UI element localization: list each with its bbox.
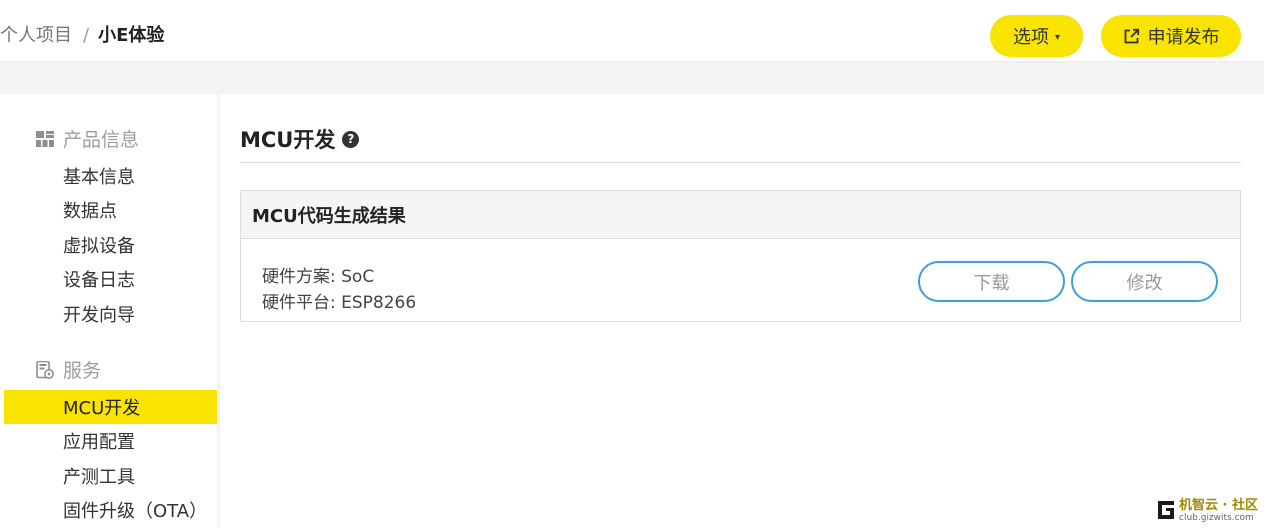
sidebar-item-dev-guide[interactable]: 开发向导: [4, 297, 217, 331]
sidebar-item-label: 虚拟设备: [63, 236, 135, 257]
panel-title: MCU代码生成结果: [252, 205, 406, 227]
sidebar-item-datapoints[interactable]: 数据点: [4, 193, 217, 227]
breadcrumb-separator: /: [83, 25, 90, 46]
watermark: 机智云 · 社区 club.gizwits.com: [1156, 496, 1262, 524]
options-label: 选项: [1012, 27, 1049, 48]
external-link-icon: [1124, 28, 1139, 43]
breadcrumb-parent-link[interactable]: 个人项目: [0, 25, 72, 46]
gizwits-logo-icon: [1158, 501, 1174, 519]
mcu-result-panel: MCU代码生成结果 硬件方案: SoC 硬件平台: ESP8266 下载 修改: [240, 190, 1241, 322]
sidebar-item-firmware-ota[interactable]: 固件升级（OTA）: [4, 493, 217, 527]
main-content: MCU开发 ? MCU代码生成结果 硬件方案: SoC 硬件平台: ESP826…: [220, 94, 1264, 528]
page-title-text: MCU开发: [240, 128, 336, 152]
grid-icon: [36, 130, 54, 147]
sidebar-item-app-config[interactable]: 应用配置: [4, 424, 217, 458]
sidebar-item-label: 产测工具: [63, 467, 135, 488]
breadcrumb-current: 小E体验: [98, 25, 165, 46]
sidebar-item-label: 开发向导: [63, 305, 135, 326]
title-divider: [240, 162, 1241, 163]
page-title: MCU开发 ?: [240, 124, 360, 154]
caret-down-icon: ▾: [1054, 31, 1061, 43]
sidebar: 产品信息 基本信息 数据点 虚拟设备 设备日志 开发向导 服务 MCU开发 应用…: [4, 94, 217, 528]
sidebar-group-title: 服务: [63, 360, 102, 382]
sidebar-item-label: 基本信息: [63, 167, 135, 188]
sidebar-item-virtual-device[interactable]: 虚拟设备: [4, 228, 217, 262]
sidebar-item-label: 数据点: [63, 201, 117, 222]
sidebar-item-production-test[interactable]: 产测工具: [4, 459, 217, 493]
sidebar-item-basic-info[interactable]: 基本信息: [4, 159, 217, 193]
top-bar: 个人项目 / 小E体验 选项 ▾ 申请发布: [0, 0, 1264, 62]
watermark-subtitle: club.gizwits.com: [1179, 512, 1254, 523]
sidebar-item-device-log[interactable]: 设备日志: [4, 262, 217, 296]
hardware-platform-text: 硬件平台: ESP8266: [262, 293, 417, 313]
publish-button[interactable]: 申请发布: [1101, 15, 1241, 57]
sidebar-group-title: 产品信息: [63, 129, 140, 151]
sidebar-item-label: 设备日志: [63, 270, 135, 291]
sidebar-group-product-info: 产品信息: [36, 125, 139, 152]
sidebar-group-services: 服务: [36, 356, 101, 383]
options-dropdown-button[interactable]: 选项 ▾: [990, 15, 1083, 57]
modify-button[interactable]: 修改: [1071, 261, 1218, 302]
breadcrumb: 个人项目 / 小E体验: [0, 24, 164, 48]
watermark-title: 机智云 · 社区: [1179, 497, 1258, 513]
service-gear-icon: [36, 360, 54, 379]
sidebar-item-label: 应用配置: [63, 432, 135, 453]
content-top-strip: [0, 62, 1264, 94]
help-icon[interactable]: ?: [342, 130, 360, 148]
download-button[interactable]: 下载: [918, 261, 1065, 302]
panel-header: MCU代码生成结果: [241, 191, 1240, 239]
hardware-scheme-text: 硬件方案: SoC: [262, 267, 375, 287]
sidebar-item-label: 固件升级（OTA）: [63, 501, 208, 522]
sidebar-item-label: MCU开发: [63, 398, 141, 419]
publish-label: 申请发布: [1147, 27, 1220, 48]
sidebar-item-mcu-dev[interactable]: MCU开发: [4, 390, 217, 424]
